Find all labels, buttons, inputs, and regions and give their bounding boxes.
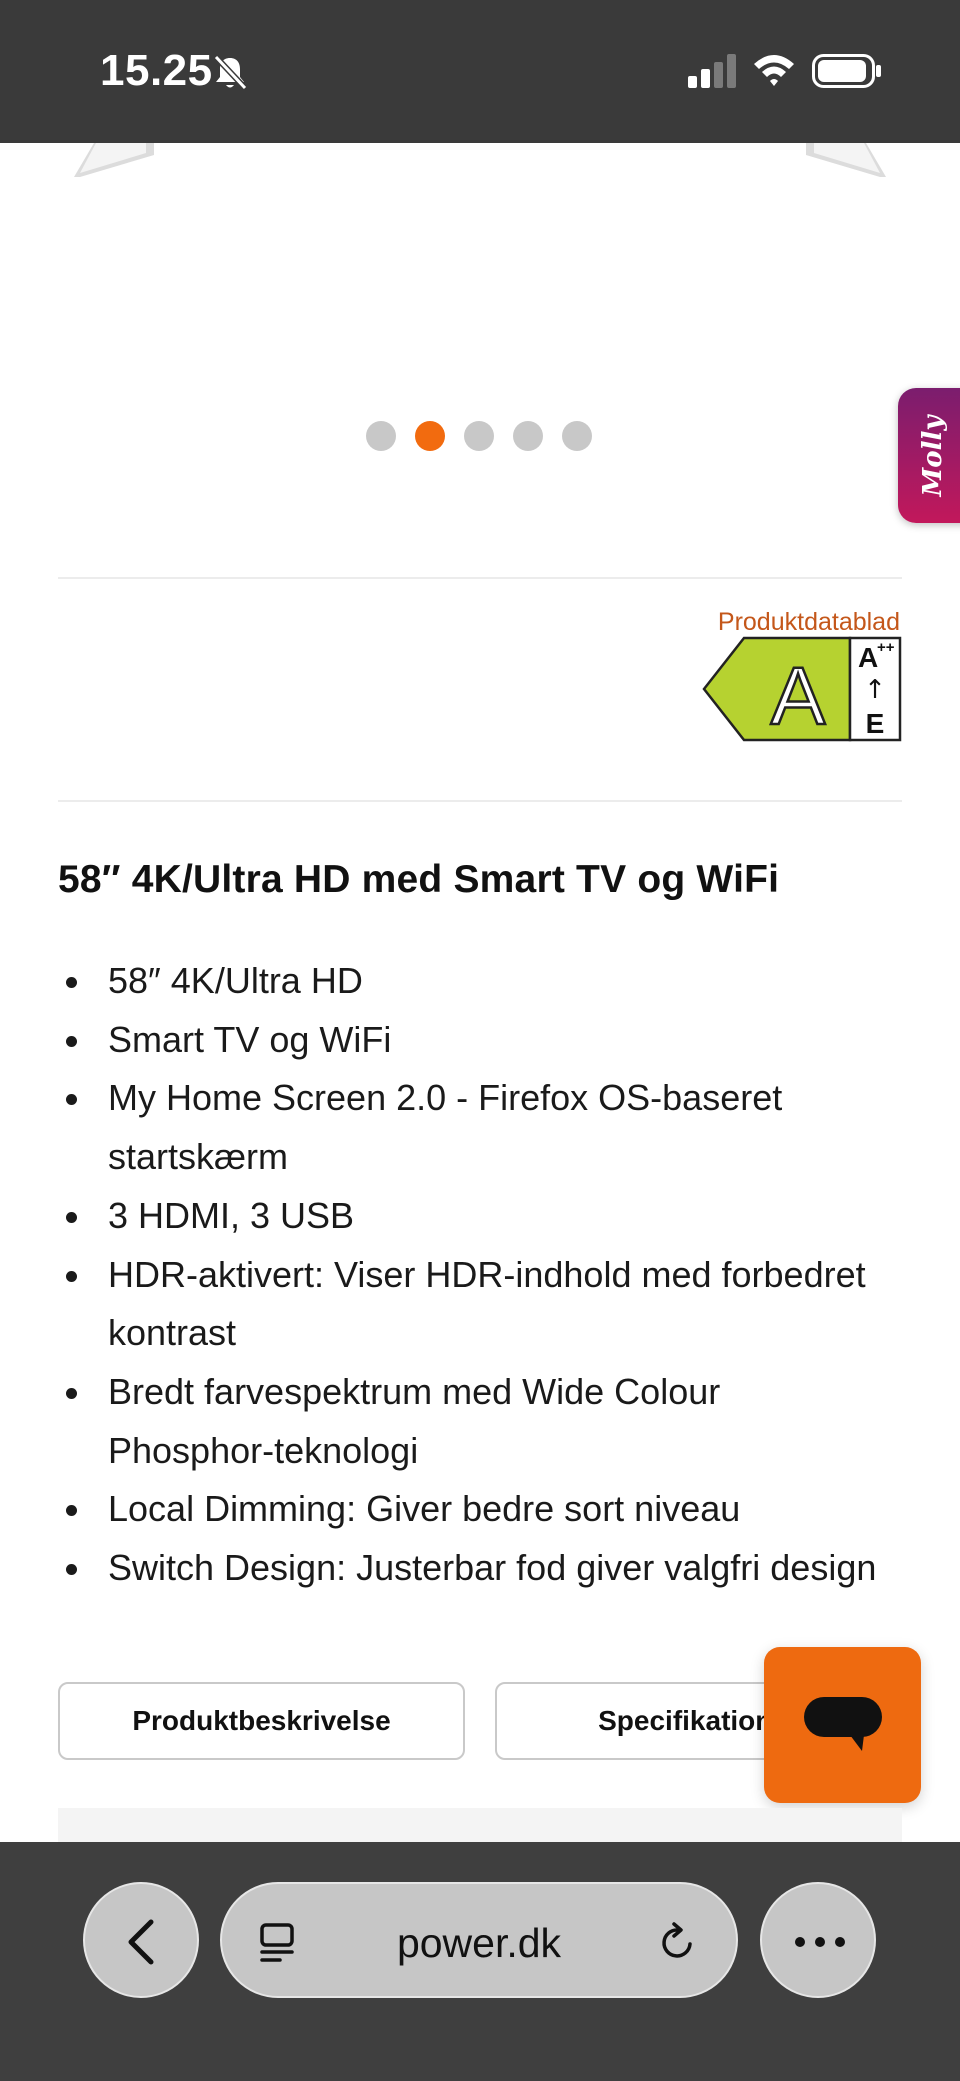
feature-item: Bredt farvespektrum med Wide Colour Phos… (58, 1363, 878, 1480)
energy-scale-bottom: E (866, 708, 885, 739)
browser-toolbar: power.dk (0, 1842, 960, 2081)
carousel-dot[interactable] (366, 421, 396, 451)
more-options-button[interactable] (760, 1882, 876, 1998)
chat-button[interactable] (764, 1647, 921, 1803)
molly-label: Molly (918, 415, 948, 496)
tv-stand-right-image (806, 143, 886, 177)
carousel-dot[interactable] (562, 421, 592, 451)
carousel-dot[interactable] (513, 421, 543, 451)
feature-item: HDR-aktivert: Viser HDR-indhold med forb… (58, 1246, 878, 1363)
energy-scale-arrow: ↑ (864, 675, 886, 705)
feature-item: My Home Screen 2.0 - Firefox OS-baseret … (58, 1069, 878, 1186)
reload-icon[interactable] (656, 1920, 700, 1964)
status-bar: 15.25 (0, 0, 960, 143)
product-heading: 58″ 4K/Ultra HD med Smart TV og WiFi (58, 858, 780, 901)
battery-icon (812, 54, 881, 88)
content-section-top (58, 1808, 902, 1842)
tv-stand-left-image (74, 143, 154, 177)
back-button[interactable] (83, 1882, 199, 1998)
feature-item: Smart TV og WiFi (58, 1011, 878, 1070)
divider (58, 800, 902, 802)
bell-muted-icon (213, 54, 248, 91)
cellular-signal-icon (688, 54, 736, 88)
address-bar[interactable]: power.dk (220, 1882, 738, 1998)
chat-bubble-icon (804, 1697, 882, 1751)
wifi-icon (754, 55, 794, 86)
carousel-dots (366, 421, 592, 451)
divider (58, 577, 902, 579)
ellipsis-icon (795, 1937, 845, 1947)
product-description-tab[interactable]: Produktbeskrivelse (58, 1682, 465, 1760)
feature-item: 3 HDMI, 3 USB (58, 1187, 878, 1246)
energy-scale-top-sup: ++ (877, 639, 895, 656)
chevron-left-icon (128, 1919, 154, 1965)
energy-class-label[interactable]: A A ++ ↑ E (702, 636, 902, 742)
molly-assistant-tab[interactable]: Molly (898, 388, 960, 523)
feature-item: Local Dimming: Giver bedre sort niveau (58, 1480, 878, 1539)
feature-item: Switch Design: Justerbar fod giver valgf… (58, 1539, 878, 1598)
product-datasheet-link[interactable]: Produktdatablad (718, 608, 900, 637)
energy-scale-top: A (858, 642, 878, 673)
carousel-dot-active[interactable] (415, 421, 445, 451)
status-time: 15.25 (100, 46, 213, 95)
energy-class-letter: A (771, 651, 826, 742)
feature-item: 58″ 4K/Ultra HD (58, 952, 878, 1011)
carousel-dot[interactable] (464, 421, 494, 451)
feature-list: 58″ 4K/Ultra HD Smart TV og WiFi My Home… (58, 952, 878, 1598)
